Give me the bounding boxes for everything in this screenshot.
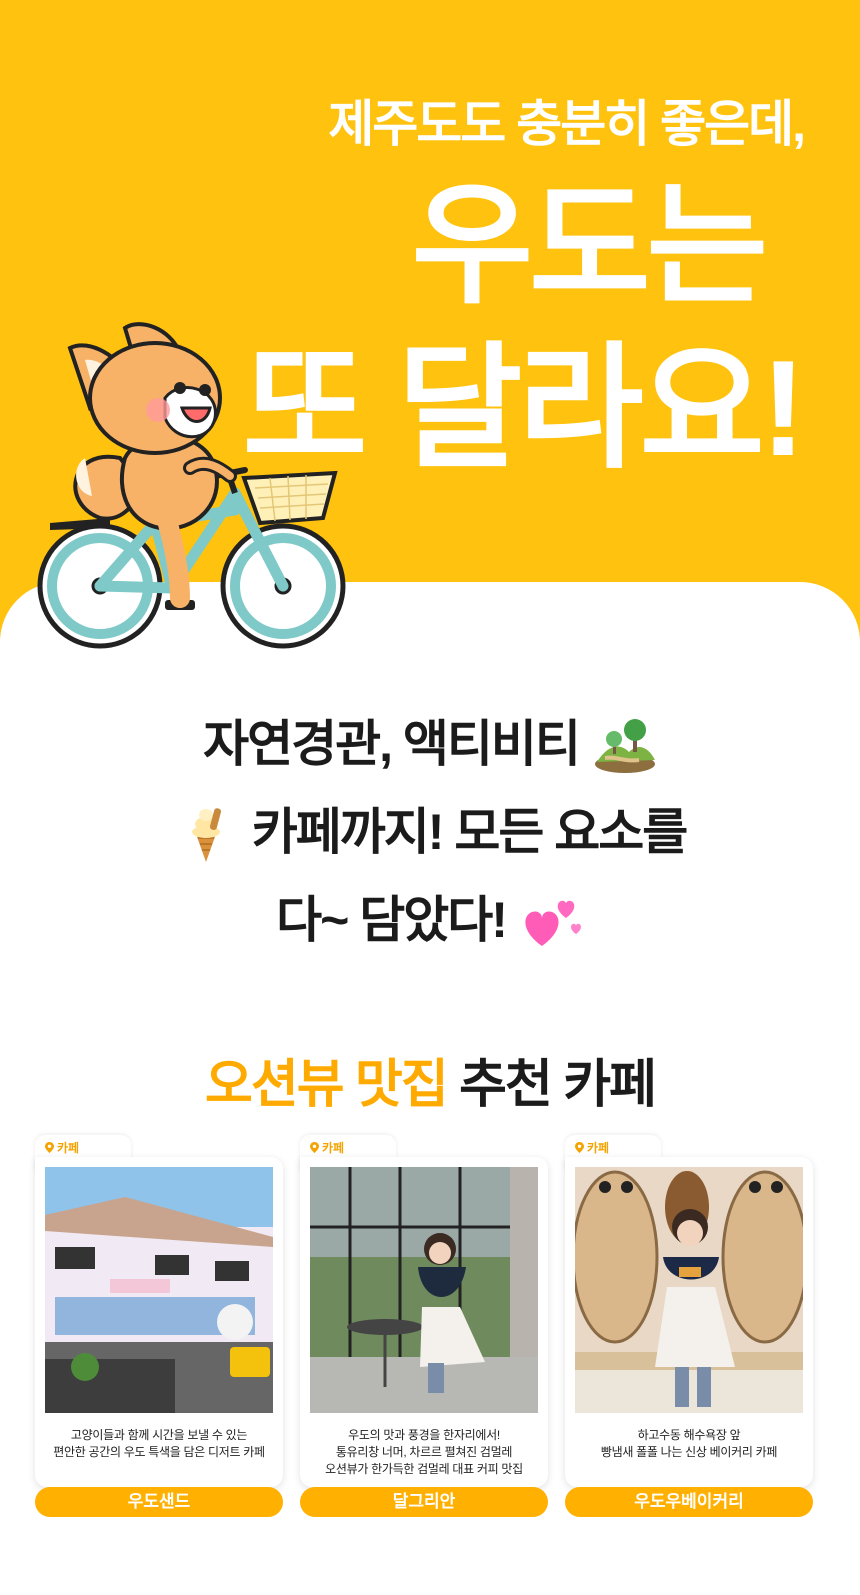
intro-line-2: 카페까지! 모든 요소를 bbox=[0, 788, 860, 876]
section-title: 오션뷰 맛집 추천 카페 bbox=[0, 1042, 860, 1117]
card-tag: 카페 bbox=[45, 1139, 79, 1156]
card-description-line: 오션뷰가 한가득한 검멀레 대표 커피 맛집 bbox=[325, 1462, 523, 1476]
location-pin-icon bbox=[575, 1142, 584, 1153]
cafe-name-button[interactable]: 우도샌드 bbox=[35, 1487, 283, 1517]
card-body: 고양이들과 함께 시간을 보낼 수 있는 편안한 공간의 우도 특색을 담은 디… bbox=[35, 1157, 283, 1487]
cafe-name-button[interactable]: 우도우베이커리 bbox=[565, 1487, 813, 1517]
card-description: 고양이들과 함께 시간을 보낼 수 있는 편안한 공간의 우도 특색을 담은 디… bbox=[39, 1427, 279, 1461]
card-description-line: 빵냄새 폴폴 나는 신상 베이커리 카페 bbox=[600, 1445, 778, 1459]
card-description-line: 편안한 공간의 우도 특색을 담은 디저트 카페 bbox=[53, 1445, 265, 1459]
section-title-rest: 추천 카페 bbox=[459, 1056, 657, 1114]
fox-riding-bicycle-icon bbox=[37, 322, 346, 649]
card-description: 우도의 맛과 풍경을 한자리에서! 통유리창 너머, 차르르 펼쳐진 검멀레 오… bbox=[304, 1427, 544, 1478]
intro-line-3: 다~ 담았다! bbox=[0, 876, 860, 964]
card-tag-label: 카페 bbox=[322, 1141, 345, 1155]
hero-title-line1: 우도는 bbox=[411, 172, 768, 319]
card-tag-label: 카페 bbox=[587, 1141, 610, 1155]
card-body: 우도의 맛과 풍경을 한자리에서! 통유리창 너머, 차르르 펼쳐진 검멀레 오… bbox=[300, 1157, 548, 1487]
card-description-line: 하고수동 해수욕장 앞 bbox=[637, 1428, 741, 1442]
card-tag: 카페 bbox=[575, 1139, 609, 1156]
peanut-mural-photo bbox=[575, 1167, 803, 1413]
ice-cream-icon bbox=[191, 808, 221, 862]
hero-subtitle: 제주도도 충분히 좋은데, bbox=[328, 96, 806, 152]
card-body: 하고수동 해수욕장 앞 빵냄새 폴폴 나는 신상 베이커리 카페 bbox=[565, 1157, 813, 1487]
intro-text: 자연경관, 액티비티 카페까지! 모든 요소를 다~ 담았다! bbox=[0, 700, 860, 964]
cafe-building-photo bbox=[45, 1167, 273, 1413]
cafe-name-button[interactable]: 달그리안 bbox=[300, 1487, 548, 1517]
card-description: 하고수동 해수욕장 앞 빵냄새 폴폴 나는 신상 베이커리 카페 bbox=[569, 1427, 809, 1461]
hills-trees-icon bbox=[594, 719, 655, 773]
card-description-line: 우도의 맛과 풍경을 한자리에서! bbox=[348, 1428, 500, 1442]
card-tag-label: 카페 bbox=[57, 1141, 80, 1155]
cafe-card[interactable]: 고양이들과 함께 시간을 보낼 수 있는 편안한 공간의 우도 특색을 담은 디… bbox=[35, 1135, 283, 1517]
card-tag: 카페 bbox=[310, 1139, 344, 1156]
woman-window-cafe-photo bbox=[310, 1167, 538, 1413]
intro-line-3-text: 다~ 담았다! bbox=[276, 892, 508, 948]
two-hearts-icon bbox=[525, 900, 581, 946]
location-pin-icon bbox=[310, 1142, 319, 1153]
card-description-line: 고양이들과 함께 시간을 보낼 수 있는 bbox=[70, 1428, 248, 1442]
section-title-accent: 오션뷰 맛집 bbox=[205, 1056, 449, 1114]
cafe-card[interactable]: 하고수동 해수욕장 앞 빵냄새 폴폴 나는 신상 베이커리 카페 카페 우도우베… bbox=[565, 1135, 813, 1517]
card-description-line: 통유리창 너머, 차르르 펼쳐진 검멀레 bbox=[335, 1445, 513, 1459]
intro-line-2-text: 카페까지! 모든 요소를 bbox=[251, 804, 688, 860]
cafe-card[interactable]: 우도의 맛과 풍경을 한자리에서! 통유리창 너머, 차르르 펼쳐진 검멀레 오… bbox=[300, 1135, 548, 1517]
intro-line-1-text: 자연경관, 액티비티 bbox=[203, 716, 581, 772]
location-pin-icon bbox=[45, 1142, 54, 1153]
intro-line-1: 자연경관, 액티비티 bbox=[0, 700, 860, 788]
